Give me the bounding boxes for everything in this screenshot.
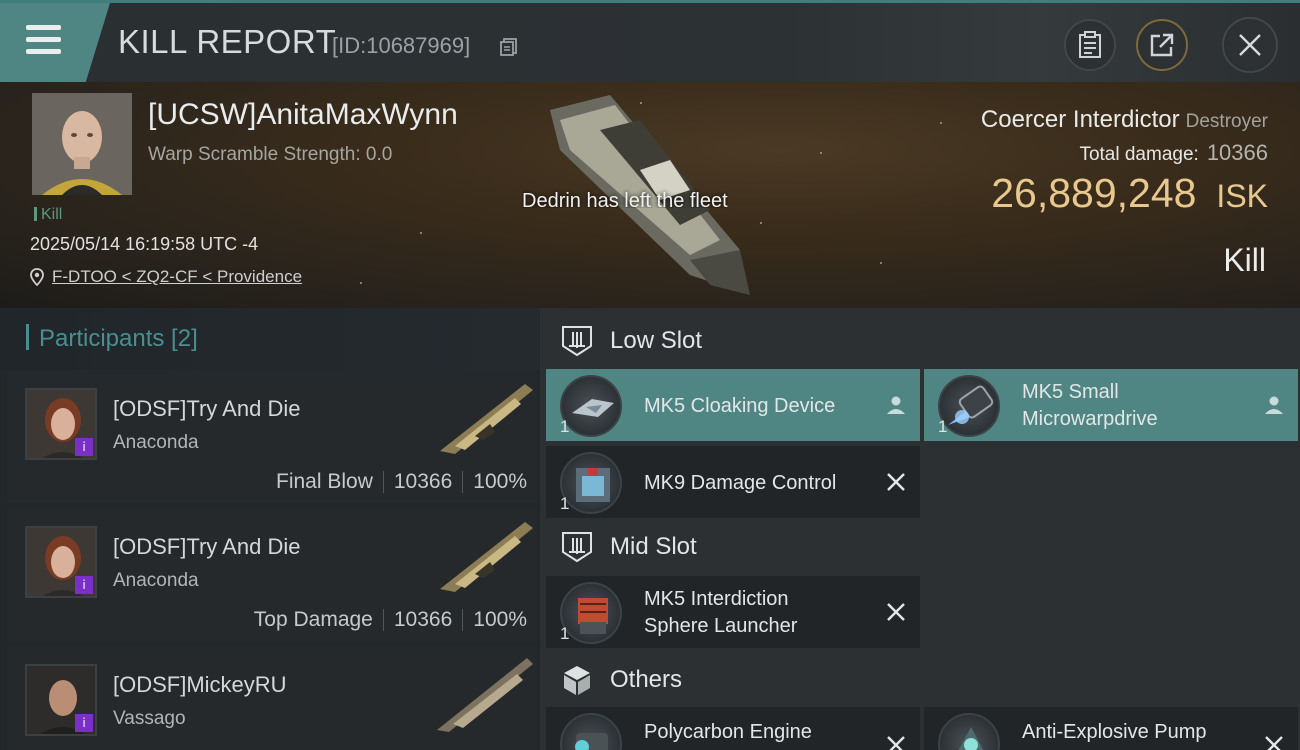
close-button[interactable] [1222, 17, 1278, 73]
close-icon [1239, 34, 1261, 56]
corp-badge: i [75, 576, 93, 594]
report-id: [ID:10687969] [332, 33, 471, 58]
participant-stats: Top Damage 10366 100% [254, 608, 527, 632]
participant-ship-image [440, 384, 533, 454]
participant-avatar: i [25, 388, 97, 460]
module-icon [938, 713, 1000, 750]
location-link[interactable]: F-DTOO < ZQ2-CF < Providence [52, 267, 302, 287]
cross-icon [887, 603, 905, 621]
low-slot-title: Low Slot [610, 327, 703, 354]
module-name-line1: MK5 Interdiction [644, 588, 789, 610]
total-damage-label: Total damage: [1079, 144, 1199, 165]
copy-icon[interactable] [500, 38, 518, 56]
participant-percent: 100% [473, 470, 527, 493]
participant-damage: 10366 [393, 470, 453, 493]
module-name: Polycarbon Engine [644, 721, 812, 743]
share-button[interactable] [1136, 19, 1188, 71]
others-header: Others [560, 663, 682, 697]
others-title: Others [610, 666, 683, 693]
module-cloaking-device[interactable]: 1 MK5 Cloaking Device [546, 369, 920, 441]
participant-damage: 10366 [393, 608, 453, 631]
module-quantity: 1 [560, 494, 570, 513]
participant-avatar: i [25, 664, 97, 736]
module-polycarbon-engine[interactable]: Polycarbon Engine [546, 707, 920, 750]
module-quantity: 1 [560, 417, 570, 436]
participant-row[interactable]: i [ODSF]Try And Die Anaconda Final Blow … [7, 370, 537, 503]
victim-ship[interactable]: Coercer Interdictor Destroyer [981, 106, 1268, 134]
kill-location[interactable]: F-DTOO < ZQ2-CF < Providence [30, 267, 302, 287]
participant-ship-image [437, 658, 533, 732]
mid-slot-header: Mid Slot [560, 530, 697, 564]
participant-ship: Anaconda [113, 432, 199, 453]
corp-badge: i [75, 714, 93, 732]
warp-scramble-strength: Warp Scramble Strength: 0.0 [148, 144, 393, 165]
participants-panel: Participants [2] i [ODSF]Try And Die Ana… [0, 308, 540, 750]
victim-avatar[interactable] [32, 93, 132, 195]
participant-ship: Vassago [113, 708, 186, 729]
fleet-toast: Dedrin has left the fleet [522, 190, 728, 208]
participant-name: [ODSF]Try And Die [113, 396, 301, 421]
module-icon [560, 713, 622, 750]
module-quantity: 1 [560, 624, 570, 643]
cube-icon [564, 666, 590, 695]
participant-avatar: i [25, 526, 97, 598]
mid-slot-title: Mid Slot [610, 533, 697, 560]
participant-percent: 100% [473, 608, 527, 631]
module-anti-explosive-pump[interactable]: Anti-Explosive Pump [924, 707, 1298, 750]
module-name-line1: MK5 Small [1022, 381, 1119, 403]
participant-row[interactable]: i [ODSF]MickeyRU Vassago [7, 646, 537, 750]
participants-title: Participants [2] [26, 324, 198, 353]
fitting-panel: Low Slot 1 MK5 Cloaking Device 1 MK5 Sma… [540, 308, 1300, 750]
corp-badge: i [75, 438, 93, 456]
victim-name[interactable]: [UCSW]AnitaMaxWynn [148, 98, 458, 132]
clipboard-button[interactable] [1064, 19, 1116, 71]
participant-row[interactable]: i [ODSF]Try And Die Anaconda Top Damage … [7, 508, 537, 641]
person-icon [887, 396, 905, 414]
slot-icon [562, 532, 592, 563]
participants-header: Participants [2] [0, 308, 540, 370]
isk-amount: 26,889,248 [991, 170, 1197, 216]
participant-ship-image [440, 522, 533, 592]
result-label: Kill [1223, 242, 1266, 278]
module-microwarpdrive[interactable]: 1 MK5 Small Microwarpdrive [924, 369, 1298, 441]
person-icon [1265, 396, 1283, 414]
cross-icon [887, 736, 905, 750]
participant-ship: Anaconda [113, 570, 199, 591]
module-name: MK5 Cloaking Device [644, 395, 836, 417]
participant-stats: Final Blow 10366 100% [276, 470, 527, 494]
cross-icon [887, 473, 905, 491]
participant-role: Final Blow [276, 470, 373, 493]
module-interdiction-sphere-launcher[interactable]: 1 MK5 Interdiction Sphere Launcher [546, 576, 920, 648]
ship-class: Destroyer [1185, 111, 1268, 132]
module-name-line2: Sphere Launcher [644, 615, 798, 637]
kill-timestamp: 2025/05/14 16:19:58 UTC -4 [30, 234, 259, 254]
clipboard-icon [1079, 31, 1101, 58]
page-title: KILL REPORT [118, 23, 337, 60]
participant-name: [ODSF]MickeyRU [113, 672, 287, 697]
isk-unit: ISK [1216, 178, 1268, 214]
participant-name: [ODSF]Try And Die [113, 534, 301, 559]
isk-value: 26,889,248 ISK [991, 170, 1268, 217]
participant-role: Top Damage [253, 608, 373, 631]
slot-icon [562, 326, 592, 357]
module-quantity: 1 [938, 417, 948, 436]
header-bar: KILL REPORT [ID:10687969] [0, 0, 1300, 82]
location-pin-icon [30, 268, 44, 286]
total-damage: Total damage: 10366 [1079, 140, 1268, 166]
ship-name: Coercer Interdictor [980, 106, 1180, 133]
module-damage-control[interactable]: 1 MK9 Damage Control [546, 446, 920, 518]
kill-tag: Kill [34, 206, 62, 224]
cross-icon [1265, 736, 1283, 750]
module-name: Anti-Explosive Pump [1022, 721, 1207, 743]
module-name: MK9 Damage Control [644, 472, 837, 494]
share-icon [1150, 33, 1174, 57]
menu-button[interactable] [0, 3, 110, 82]
total-damage-value: 10366 [1206, 140, 1268, 165]
low-slot-header: Low Slot [560, 324, 702, 358]
module-name-line2: Microwarpdrive [1022, 408, 1158, 430]
victim-banner: [UCSW]AnitaMaxWynn Warp Scramble Strengt… [0, 82, 1300, 308]
